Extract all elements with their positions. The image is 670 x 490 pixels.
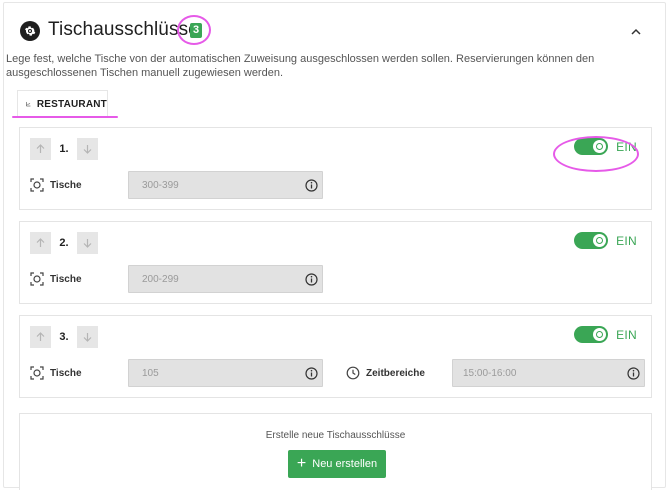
active-toggle[interactable]: EIN	[574, 326, 637, 343]
chevron-up-icon[interactable]	[629, 25, 643, 39]
create-exclusion-section: Erstelle neue Tischausschlüsse + Neu ers…	[19, 413, 652, 490]
tables-label: Tische	[50, 179, 82, 191]
arrow-up-icon	[36, 238, 45, 247]
tables-input[interactable]: 300-399	[128, 171, 323, 199]
tab-label: RESTAURANT	[36, 98, 107, 110]
arrow-down-icon	[83, 333, 92, 342]
toggle-switch[interactable]	[574, 326, 609, 343]
active-toggle[interactable]: EIN	[574, 232, 637, 249]
info-icon[interactable]	[305, 367, 318, 380]
arrow-down-icon	[83, 145, 92, 154]
chart-line-icon	[26, 101, 31, 107]
highlight-circle-badge	[177, 15, 211, 45]
info-icon[interactable]	[305, 273, 318, 286]
info-icon[interactable]	[305, 179, 318, 192]
move-up-button[interactable]	[30, 232, 51, 254]
toggle-label: EIN	[616, 327, 637, 342]
time-range-input[interactable]: 15:00-16:00	[452, 359, 645, 387]
move-down-button[interactable]	[77, 232, 98, 254]
arrow-down-icon	[83, 239, 92, 248]
panel-header[interactable]: Tischausschlüsse 3	[4, 3, 665, 55]
gear-icon	[20, 21, 40, 41]
highlight-ellipse-toggle	[553, 136, 639, 172]
table-select-icon	[30, 366, 44, 380]
exclusion-rule-2: 2. EIN Tische 200-299	[19, 221, 652, 304]
move-up-button[interactable]	[30, 138, 51, 160]
tables-input[interactable]: 105	[128, 359, 323, 387]
table-select-icon	[30, 272, 44, 286]
tab-restaurant[interactable]: RESTAURANT	[17, 90, 108, 117]
time-range-label: Zeitbereiche	[366, 367, 425, 379]
exclusion-rule-1: 1. EIN Tische 300-399	[19, 127, 652, 210]
arrow-up-icon	[36, 144, 45, 153]
order-stepper: 2.	[30, 232, 98, 254]
create-new-button[interactable]: + Neu erstellen	[288, 450, 386, 478]
time-range-value: 15:00-16:00	[463, 367, 517, 379]
tables-field-row: Tische 300-399	[30, 171, 323, 199]
tables-field-row: Tische 200-299	[30, 265, 323, 293]
tables-input[interactable]: 200-299	[128, 265, 323, 293]
exclusion-rule-3: 3. EIN Tische 105 Zeitbereiche 15:00-16:…	[19, 315, 652, 398]
tables-label: Tische	[50, 273, 82, 285]
order-stepper: 1.	[30, 138, 98, 160]
toggle-knob	[593, 234, 607, 247]
move-down-button[interactable]	[77, 326, 98, 348]
info-icon[interactable]	[627, 367, 640, 380]
table-select-icon	[30, 178, 44, 192]
tables-value: 105	[142, 367, 159, 379]
create-prompt: Erstelle neue Tischausschlüsse	[265, 430, 406, 441]
highlight-underline-tab	[12, 116, 118, 118]
time-range-field-row: Zeitbereiche 15:00-16:00	[346, 359, 645, 387]
toggle-knob	[593, 328, 607, 341]
toggle-label: EIN	[616, 233, 637, 248]
move-down-button[interactable]	[77, 138, 98, 160]
arrow-up-icon	[36, 332, 45, 341]
toggle-switch[interactable]	[574, 232, 609, 249]
order-value: 1.	[51, 138, 77, 160]
tables-value: 300-399	[142, 179, 179, 191]
panel-description: Lege fest, welche Tische von der automat…	[6, 53, 595, 79]
plus-icon: +	[296, 454, 307, 472]
clock-icon	[346, 366, 360, 380]
create-button-label: Neu erstellen	[312, 458, 378, 470]
tables-field-row: Tische 105	[30, 359, 323, 387]
exclusions-panel: Tischausschlüsse 3 Lege fest, welche Tis…	[3, 2, 666, 490]
order-value: 3.	[51, 326, 77, 348]
order-stepper: 3.	[30, 326, 98, 348]
tables-value: 200-299	[142, 273, 179, 285]
tables-label: Tische	[50, 367, 82, 379]
order-value: 2.	[51, 232, 77, 254]
move-up-button[interactable]	[30, 326, 51, 348]
